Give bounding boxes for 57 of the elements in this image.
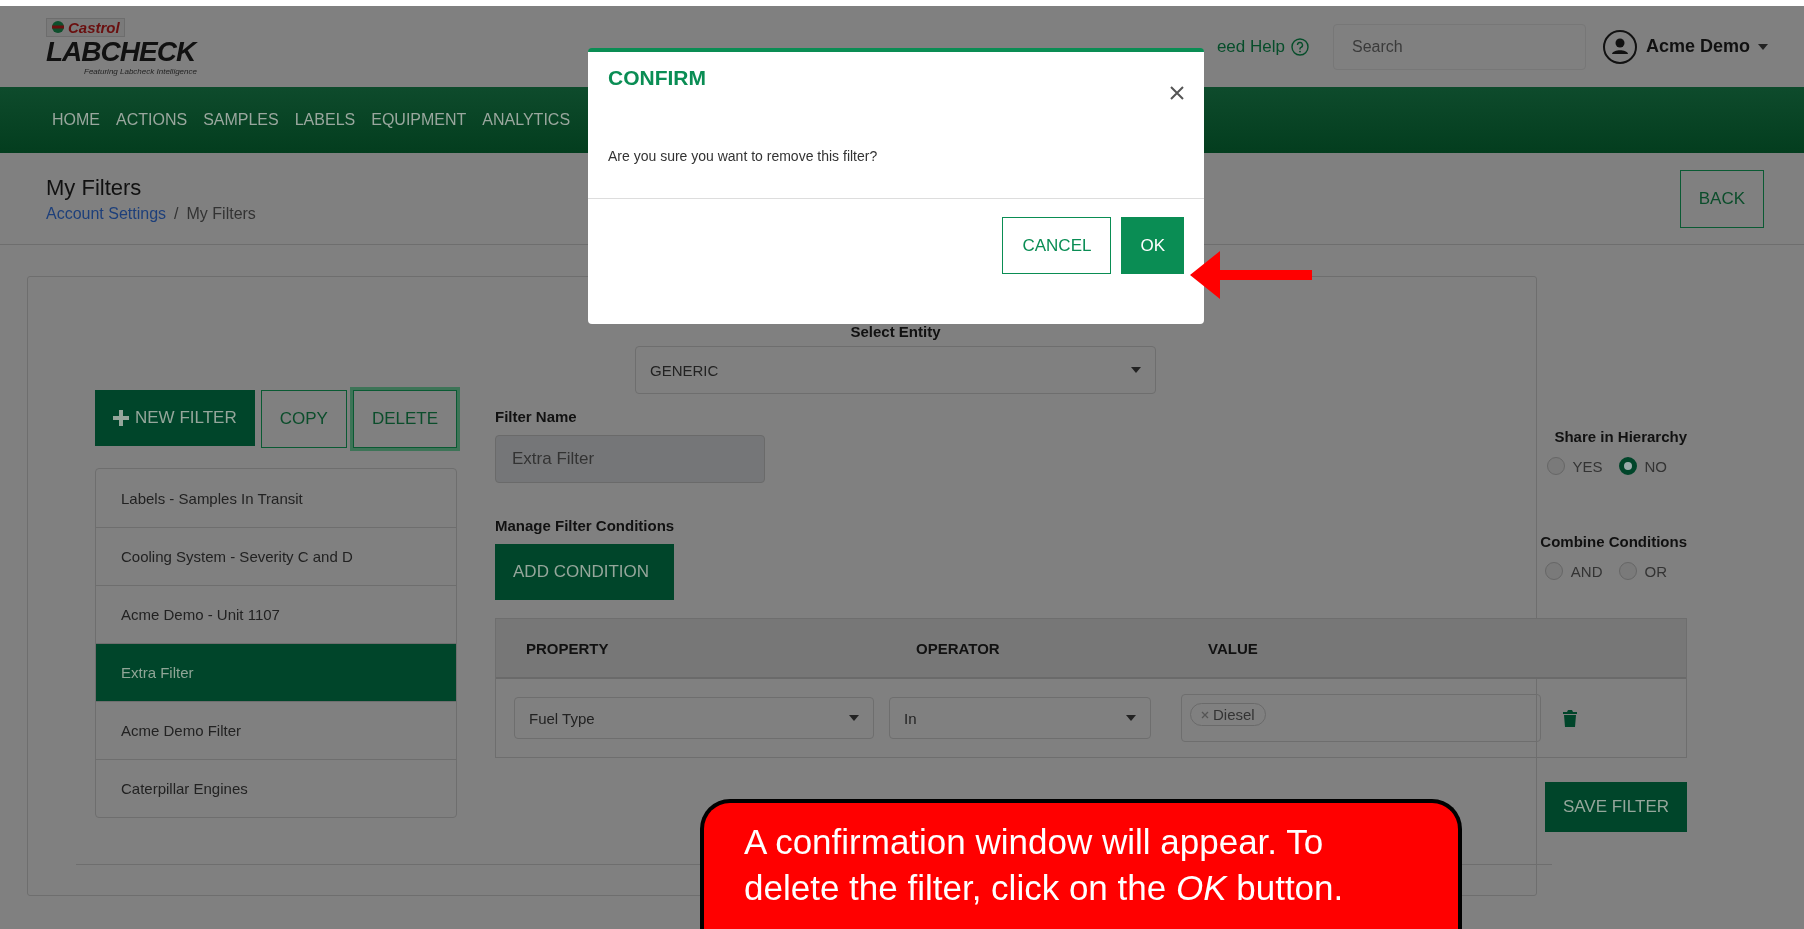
radio-option[interactable]: NO	[1618, 457, 1667, 475]
caret-icon	[1126, 715, 1136, 721]
field-label: Filter Name	[495, 408, 578, 425]
filter-list-item[interactable]: Labels - Samples In Transit	[96, 469, 456, 527]
filter-name-field[interactable]: Extra Filter	[495, 435, 765, 483]
nav-item[interactable]: LABELS	[286, 111, 364, 129]
nav-item[interactable]: SAMPLES	[195, 111, 287, 129]
breadcrumb-current: My Filters	[186, 204, 256, 223]
filter-list-item[interactable]: Caterpillar Engines	[96, 759, 456, 817]
copy-button[interactable]: COPY	[260, 390, 347, 448]
nav-item[interactable]: HOME	[44, 111, 108, 129]
help-icon	[1290, 37, 1309, 56]
save-filter-button[interactable]: SAVE FILTER	[1544, 782, 1687, 832]
back-button[interactable]: BACK	[1679, 169, 1764, 228]
search-field[interactable]: Search	[1332, 23, 1586, 70]
field-label: Select Entity	[850, 323, 941, 340]
column-header: PROPERTY	[526, 639, 610, 657]
breadcrumb-link[interactable]: Account Settings	[46, 204, 167, 223]
arrow-icon	[1190, 251, 1312, 299]
column-header: OPERATOR	[916, 639, 1001, 657]
remove-icon[interactable]	[1201, 710, 1209, 719]
caret-icon	[1131, 367, 1141, 373]
cancel-button[interactable]: CANCEL	[1002, 217, 1112, 274]
trash-icon[interactable]	[1563, 709, 1577, 727]
filter-list-item[interactable]: Acme Demo Filter	[96, 701, 456, 759]
help-link[interactable]: eed Help	[1216, 36, 1309, 57]
radio-option[interactable]: YES	[1546, 457, 1603, 475]
section-label: Manage Filter Conditions	[495, 517, 675, 534]
plus-icon	[113, 410, 129, 426]
property-select[interactable]: Fuel Type	[514, 697, 874, 739]
add-condition-button[interactable]: ADD CONDITION	[495, 544, 675, 600]
delete-button[interactable]: DELETE	[352, 390, 457, 448]
page-title: My Filters	[46, 174, 143, 201]
nav-item[interactable]: ANALYTICS	[474, 111, 579, 129]
operator-select[interactable]: In	[889, 697, 1151, 739]
radio-option[interactable]: OR	[1618, 562, 1667, 580]
filter-list-item[interactable]: Cooling System - Severity C and D	[96, 527, 456, 585]
caret-icon	[1758, 43, 1768, 50]
filter-list-item[interactable]: Extra Filter	[96, 643, 456, 701]
user-avatar-icon	[1601, 28, 1638, 65]
user-name[interactable]: Acme Demo	[1645, 36, 1750, 57]
nav-item[interactable]: EQUIPMENT	[363, 111, 475, 129]
dialog-title: CONFIRM	[608, 66, 706, 91]
nav-item[interactable]: ACTIONS	[108, 111, 196, 129]
logo: Castrol LABCHECK Featuring Labcheck Intelligence	[46, 17, 199, 76]
dialog-message: Are you sure you want to remove this filter?	[608, 148, 878, 164]
entity-select[interactable]: GENERIC	[635, 346, 1156, 394]
caret-icon	[849, 715, 859, 721]
new-filter-button[interactable]: NEW FILTER	[95, 390, 255, 446]
breadcrumb-separator: /	[174, 204, 179, 223]
field-label: Combine Conditions	[1540, 533, 1687, 550]
column-header: VALUE	[1208, 639, 1259, 657]
value-field[interactable]: Diesel	[1181, 694, 1541, 742]
callout-text: A confirmation window will appear. To delete the filter, click on the OK button.	[744, 822, 1344, 907]
radio-option[interactable]: AND	[1544, 562, 1603, 580]
ok-button[interactable]: OK	[1121, 217, 1184, 274]
field-label: Share in Hierarchy	[1554, 428, 1687, 445]
